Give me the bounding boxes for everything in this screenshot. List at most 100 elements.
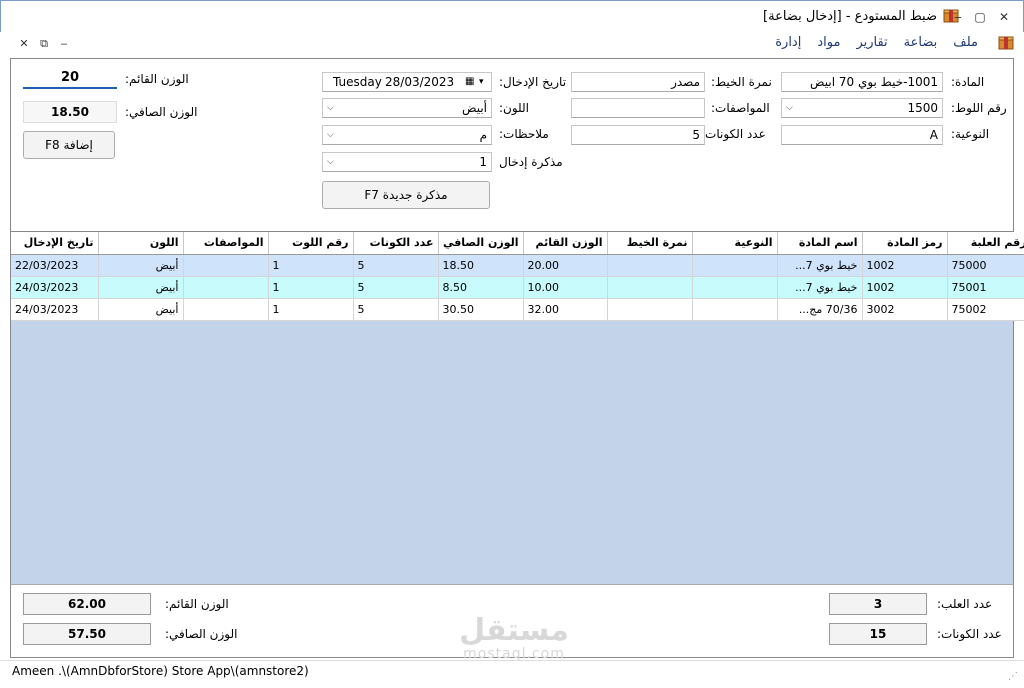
calendar-icon[interactable]: ▦ xyxy=(465,73,474,91)
cell-cones[interactable]: 5 xyxy=(353,276,439,299)
notes-label: ملاحظات: xyxy=(499,127,549,141)
cell-color[interactable]: أبيض xyxy=(98,276,184,299)
color-label: اللون: xyxy=(499,101,530,115)
specs-field[interactable] xyxy=(571,98,705,118)
net-weight-value: 18.50 xyxy=(23,101,117,123)
table-row[interactable]: 75001 1002 خيط بوي 7... 10.00 8.50 5 1 أ… xyxy=(11,276,1024,299)
cell-material-code[interactable]: 1002 xyxy=(862,254,948,277)
chevron-down-icon[interactable]: ⌵ xyxy=(327,153,334,171)
cell-net-weight[interactable]: 30.50 xyxy=(438,298,524,321)
cell-thread-no[interactable] xyxy=(607,254,693,277)
cell-material-name[interactable]: 70/36 مج... xyxy=(777,298,863,321)
total-gross-label: الوزن القائم: xyxy=(165,597,229,611)
col-thread-no[interactable]: نمرة الخيط xyxy=(607,232,693,255)
chevron-down-icon[interactable]: ⌵ xyxy=(786,99,793,117)
col-lot-no[interactable]: رقم اللوت xyxy=(268,232,354,255)
cell-color[interactable]: أبيض xyxy=(98,254,184,277)
cell-material-name[interactable]: خيط بوي 7... xyxy=(777,276,863,299)
title-bar: ضبط المستودع - [إدخال بضاعة] ‒ ▢ ✕ xyxy=(0,0,1024,32)
chevron-down-icon[interactable]: ⌵ xyxy=(327,126,334,144)
material-field[interactable]: 1001-خيط بوي 70 ابيض xyxy=(781,72,943,92)
goods-grid: رقم العلبة رمز المادة اسم المادة النوعية… xyxy=(10,232,1024,584)
col-type[interactable]: النوعية xyxy=(692,232,778,255)
col-material-code[interactable]: رمز المادة xyxy=(862,232,948,255)
cell-type[interactable] xyxy=(692,298,778,321)
memo-label: مذكرة إدخال xyxy=(499,155,563,169)
specs-label: المواصفات: xyxy=(711,101,770,115)
col-material-name[interactable]: اسم المادة xyxy=(777,232,863,255)
mdi-close-icon[interactable]: ✕ xyxy=(16,36,32,52)
cell-box-no[interactable]: 75001 xyxy=(947,276,1024,299)
cell-entry-date[interactable]: 24/03/2023 xyxy=(11,276,99,299)
add-button[interactable]: إضافة F8 xyxy=(23,131,115,159)
mdi-restore-icon[interactable]: ⧉ xyxy=(36,36,52,52)
cell-entry-date[interactable]: 22/03/2023 xyxy=(11,254,99,277)
lot-combo[interactable]: 1500 ⌵ xyxy=(781,98,943,118)
watermark-arabic: مستقل xyxy=(459,613,569,648)
cell-lot-no[interactable]: 1 xyxy=(268,276,354,299)
cell-specs[interactable] xyxy=(183,298,269,321)
table-row[interactable]: 75002 3002 70/36 مج... 32.00 30.50 5 1 أ… xyxy=(11,298,1024,321)
table-row[interactable]: 75000 1002 خيط بوي 7... 20.00 18.50 5 1 … xyxy=(11,254,1024,277)
cell-material-code[interactable]: 3002 xyxy=(862,298,948,321)
cell-cones[interactable]: 5 xyxy=(353,298,439,321)
new-memo-button[interactable]: مذكرة جديدة F7 xyxy=(322,181,490,209)
cell-specs[interactable] xyxy=(183,254,269,277)
gross-weight-input[interactable]: 20 xyxy=(23,69,117,89)
cell-box-no[interactable]: 75002 xyxy=(947,298,1024,321)
entry-date-day: Tuesday xyxy=(333,75,382,89)
col-net-weight[interactable]: الوزن الصافي xyxy=(438,232,524,255)
cell-material-code[interactable]: 1002 xyxy=(862,276,948,299)
menu-materials[interactable]: مواد xyxy=(809,35,848,50)
entry-date-picker[interactable]: Tuesday 28/03/2023 ▦ ▾ xyxy=(322,72,492,92)
cell-lot-no[interactable]: 1 xyxy=(268,254,354,277)
chevron-down-icon[interactable]: ▾ xyxy=(479,73,484,91)
menu-reports[interactable]: تقارير xyxy=(848,35,895,50)
col-cones[interactable]: عدد الكونات xyxy=(353,232,439,255)
thread-no-field[interactable]: مصدر xyxy=(571,72,705,92)
menu-admin[interactable]: إدارة xyxy=(767,35,809,50)
boxes-count-label: عدد العلب: xyxy=(937,597,993,611)
memo-combo[interactable]: 1 ⌵ xyxy=(322,152,492,172)
maximize-button[interactable]: ▢ xyxy=(967,7,993,27)
entry-form: المادة: 1001-خيط بوي 70 ابيض رقم اللوط: … xyxy=(10,58,1014,232)
lot-value: 1500 xyxy=(907,101,938,115)
cell-material-name[interactable]: خيط بوي 7... xyxy=(777,254,863,277)
entry-date-value: 28/03/2023 xyxy=(385,75,455,89)
cell-box-no[interactable]: 75000 xyxy=(947,254,1024,277)
cell-net-weight[interactable]: 8.50 xyxy=(438,276,524,299)
type-field[interactable]: A xyxy=(781,125,943,145)
total-net-value: 57.50 xyxy=(23,623,151,645)
cell-entry-date[interactable]: 24/03/2023 xyxy=(11,298,99,321)
cell-gross-weight[interactable]: 32.00 xyxy=(523,298,608,321)
lot-label: رقم اللوط: xyxy=(951,101,1007,115)
cell-gross-weight[interactable]: 10.00 xyxy=(523,276,608,299)
cell-color[interactable]: أبيض xyxy=(98,298,184,321)
status-text: Ameen .\(AmnDbforStore) Store App\(amnst… xyxy=(12,664,309,678)
window-title: ضبط المستودع - [إدخال بضاعة] xyxy=(763,9,937,24)
cell-specs[interactable] xyxy=(183,276,269,299)
color-combo[interactable]: أبيض ⌵ xyxy=(322,98,492,118)
cell-type[interactable] xyxy=(692,276,778,299)
cell-cones[interactable]: 5 xyxy=(353,254,439,277)
mdi-minimize-icon[interactable]: ‒ xyxy=(56,36,72,52)
cell-gross-weight[interactable]: 20.00 xyxy=(523,254,608,277)
cell-thread-no[interactable] xyxy=(607,276,693,299)
col-gross-weight[interactable]: الوزن القائم xyxy=(523,232,608,255)
menu-file[interactable]: ملف xyxy=(945,35,986,50)
notes-combo[interactable]: م ⌵ xyxy=(322,125,492,145)
menu-goods[interactable]: بضاعة xyxy=(896,35,946,50)
col-entry-date[interactable]: تاريخ الإدخال xyxy=(11,232,99,255)
cones-total-label: عدد الكونات: xyxy=(937,627,1002,641)
resize-grip-icon[interactable]: ⋰ xyxy=(1008,671,1018,682)
cones-field[interactable]: 5 xyxy=(571,125,705,145)
col-color[interactable]: اللون xyxy=(98,232,184,255)
chevron-down-icon[interactable]: ⌵ xyxy=(327,99,334,117)
cell-lot-no[interactable]: 1 xyxy=(268,298,354,321)
close-button[interactable]: ✕ xyxy=(991,7,1017,27)
col-specs[interactable]: المواصفات xyxy=(183,232,269,255)
cell-thread-no[interactable] xyxy=(607,298,693,321)
col-box-no[interactable]: رقم العلبة xyxy=(947,232,1024,255)
cell-type[interactable] xyxy=(692,254,778,277)
cell-net-weight[interactable]: 18.50 xyxy=(438,254,524,277)
